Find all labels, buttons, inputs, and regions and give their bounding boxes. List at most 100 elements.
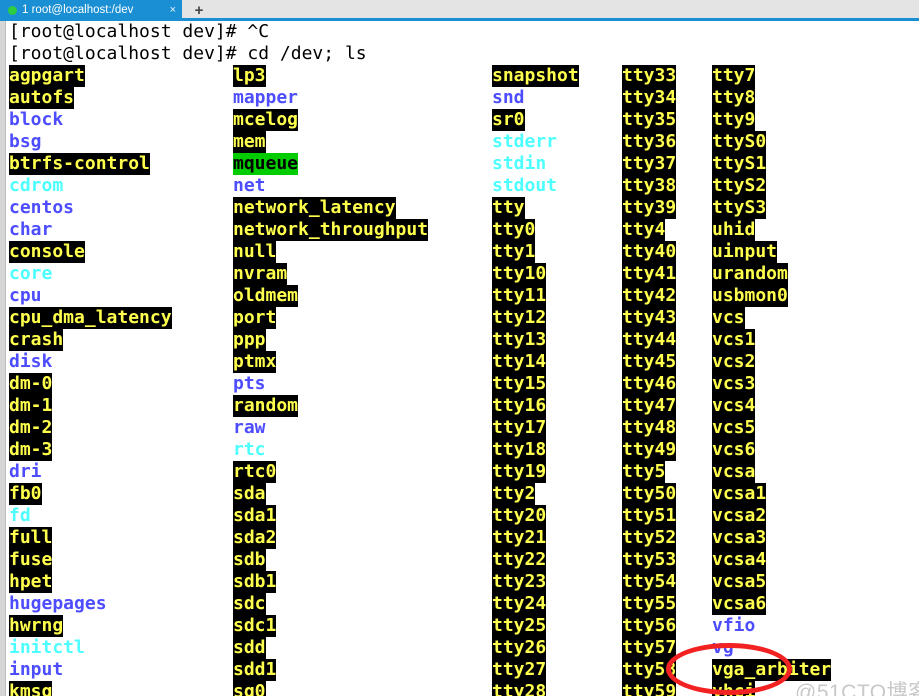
ls-entry: fd	[9, 505, 31, 526]
ls-entry: tty	[492, 197, 525, 219]
ls-entry: autofs	[9, 87, 75, 109]
ls-entry: stderr	[492, 131, 558, 152]
ls-entry: tty43	[622, 307, 677, 329]
ls-entry: ttyS0	[712, 131, 767, 153]
ls-entry: hwrng	[9, 615, 64, 637]
ls-entry: tty52	[622, 527, 677, 549]
ls-entry: initctl	[9, 637, 85, 658]
ls-entry: tty41	[622, 263, 677, 285]
watermark: @51CTO博客	[795, 681, 919, 696]
ls-entry: sdb1	[233, 571, 277, 593]
ls-entry: disk	[9, 351, 53, 372]
ls-entry: tty33	[622, 65, 677, 87]
ls-entry: mem	[233, 131, 266, 153]
ls-entry: vcsa4	[712, 549, 767, 571]
ls-entry: input	[9, 659, 64, 680]
terminal-left-gutter	[0, 21, 6, 696]
ls-entry: tty42	[622, 285, 677, 307]
ls-entry: dm-1	[9, 395, 53, 417]
ls-entry: tty13	[492, 329, 547, 351]
ls-entry: tty44	[622, 329, 677, 351]
ls-entry: tty26	[492, 637, 547, 659]
ls-entry: tty38	[622, 175, 677, 197]
ls-entry: tty21	[492, 527, 547, 549]
close-icon[interactable]: ×	[170, 0, 176, 20]
ls-entry: stdout	[492, 175, 558, 196]
ls-entry: tty7	[712, 65, 756, 87]
ls-entry: dm-2	[9, 417, 53, 439]
ls-entry: rtc0	[233, 461, 277, 483]
ls-entry: cpu	[9, 285, 42, 306]
ls-output-grid: agpgart autofs block bsg btrfs-control cdrom c…	[7, 65, 919, 696]
ls-entry: tty24	[492, 593, 547, 615]
tab-title: 1 root@localhost:/dev	[22, 4, 134, 16]
ls-entry: vcs	[712, 307, 745, 329]
new-tab-button[interactable]: +	[182, 0, 216, 20]
ls-entry: tty25	[492, 615, 547, 637]
ls-entry: vcsa1	[712, 483, 767, 505]
ls-entry: port	[233, 307, 277, 329]
ls-entry: tty28	[492, 681, 547, 696]
ls-entry: random	[233, 395, 299, 417]
ls-entry: ttyS1	[712, 153, 767, 175]
ls-column: agpgart autofs block bsg btrfs-control cdrom c…	[9, 65, 172, 696]
ls-entry: vcsa3	[712, 527, 767, 549]
ls-entry: tty16	[492, 395, 547, 417]
ls-entry: vcsa5	[712, 571, 767, 593]
terminal-tab[interactable]: 1 root@localhost:/dev ×	[0, 0, 182, 20]
ls-entry: fb0	[9, 483, 42, 505]
ls-entry: dm-3	[9, 439, 53, 461]
ls-entry: network_latency	[233, 197, 396, 219]
ls-entry: cdrom	[9, 175, 64, 196]
ls-entry: rtc	[233, 439, 266, 460]
ls-entry: tty18	[492, 439, 547, 461]
ls-entry: ttyS3	[712, 197, 767, 219]
ls-entry: mqueue	[233, 153, 299, 175]
terminal-body[interactable]: [root@localhost dev]# ^C [root@localhost…	[0, 21, 919, 696]
tab-status-dot	[8, 5, 17, 15]
ls-entry: crash	[9, 329, 64, 351]
prompt-line-1: [root@localhost dev]# cd /dev; ls	[9, 43, 367, 64]
ls-entry: btrfs-control	[9, 153, 150, 175]
ls-entry: sda2	[233, 527, 277, 549]
ls-entry: tty36	[622, 131, 677, 153]
ls-entry: sg0	[233, 681, 266, 696]
ls-entry: tty23	[492, 571, 547, 593]
ls-entry: tty8	[712, 87, 756, 109]
prompt-line-0: [root@localhost dev]# ^C	[9, 21, 270, 42]
ls-entry: tty45	[622, 351, 677, 373]
ls-entry: sda1	[233, 505, 277, 527]
ls-entry: bsg	[9, 131, 42, 152]
ls-entry: full	[9, 527, 53, 549]
ls-entry: tty56	[622, 615, 677, 637]
ls-entry: hugepages	[9, 593, 107, 614]
ls-entry: tty55	[622, 593, 677, 615]
ls-entry: vcsa2	[712, 505, 767, 527]
ls-entry: tty17	[492, 417, 547, 439]
ls-entry: raw	[233, 417, 266, 438]
ls-entry: ptmx	[233, 351, 277, 373]
ls-entry: console	[9, 241, 85, 263]
ls-entry: vcs1	[712, 329, 756, 351]
ls-entry: tty50	[622, 483, 677, 505]
ls-entry: null	[233, 241, 277, 263]
ls-entry: vcsa	[712, 461, 756, 483]
ls-entry: tty14	[492, 351, 547, 373]
ls-entry: block	[9, 109, 64, 130]
ls-entry: tty10	[492, 263, 547, 285]
ls-entry: tty57	[622, 637, 677, 659]
ls-column: tty33 tty34 tty35 tty36 tty37 tty38 tty39 tty4 t…	[622, 65, 677, 696]
ls-entry: tty27	[492, 659, 547, 681]
ls-entry: lp3	[233, 65, 266, 87]
ls-entry: tty40	[622, 241, 677, 263]
ls-entry: sdc	[233, 593, 266, 615]
ls-entry: tty19	[492, 461, 547, 483]
ls-entry: mcelog	[233, 109, 299, 131]
ls-entry: nvram	[233, 263, 288, 285]
ls-entry: tty47	[622, 395, 677, 417]
ls-column: lp3 mapper mcelog mem mqueue net network_laten…	[233, 65, 429, 696]
ls-entry: tty59	[622, 681, 677, 696]
ls-entry: sda	[233, 483, 266, 505]
ls-entry: tty0	[492, 219, 536, 241]
ls-entry: tty54	[622, 571, 677, 593]
